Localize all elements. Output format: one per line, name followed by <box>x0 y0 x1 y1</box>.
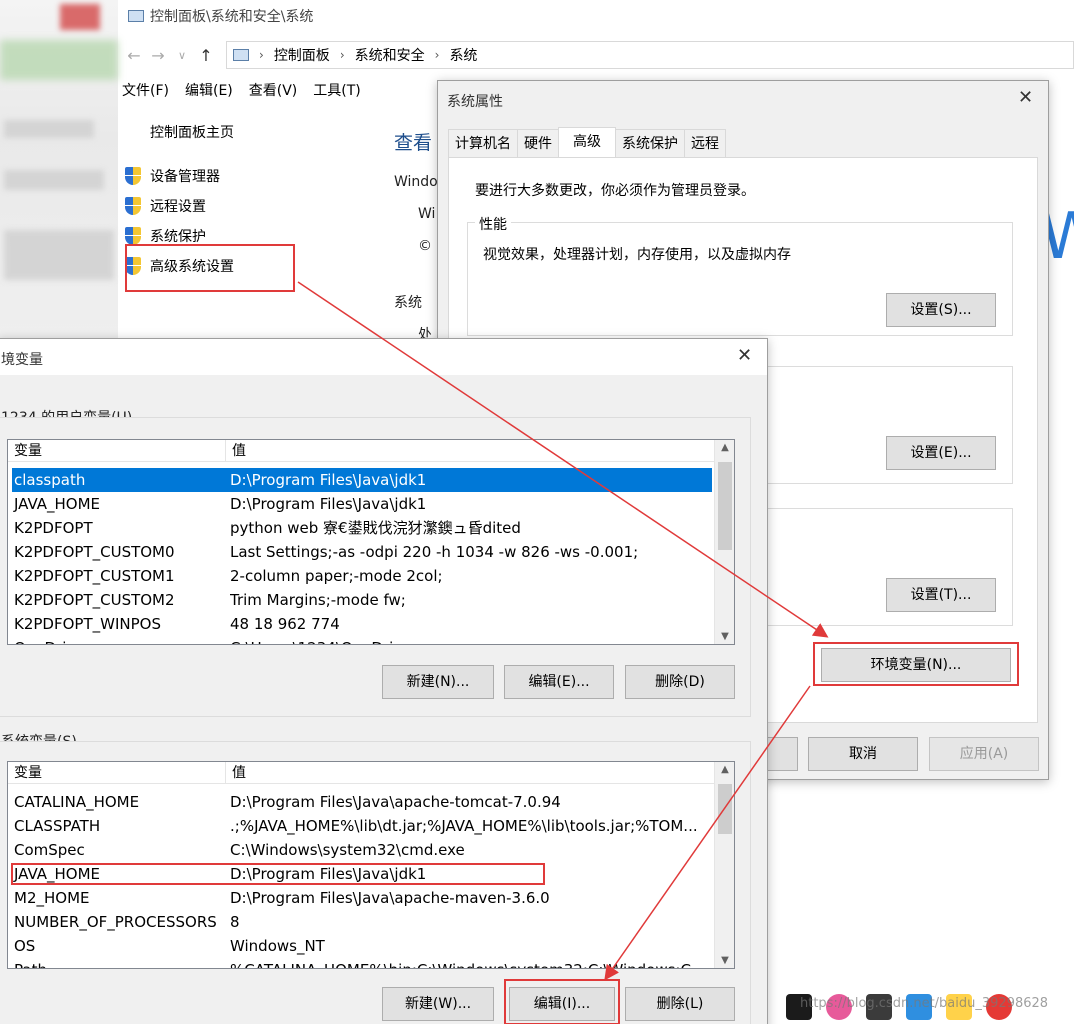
annotation-arrow-to-edit-button <box>604 685 811 981</box>
annotation-arrow-to-env-button <box>297 281 829 638</box>
watermark-text: https://blog.csdn.net/baidu_39298628 <box>800 996 1049 1011</box>
annotation-arrows <box>297 281 829 981</box>
